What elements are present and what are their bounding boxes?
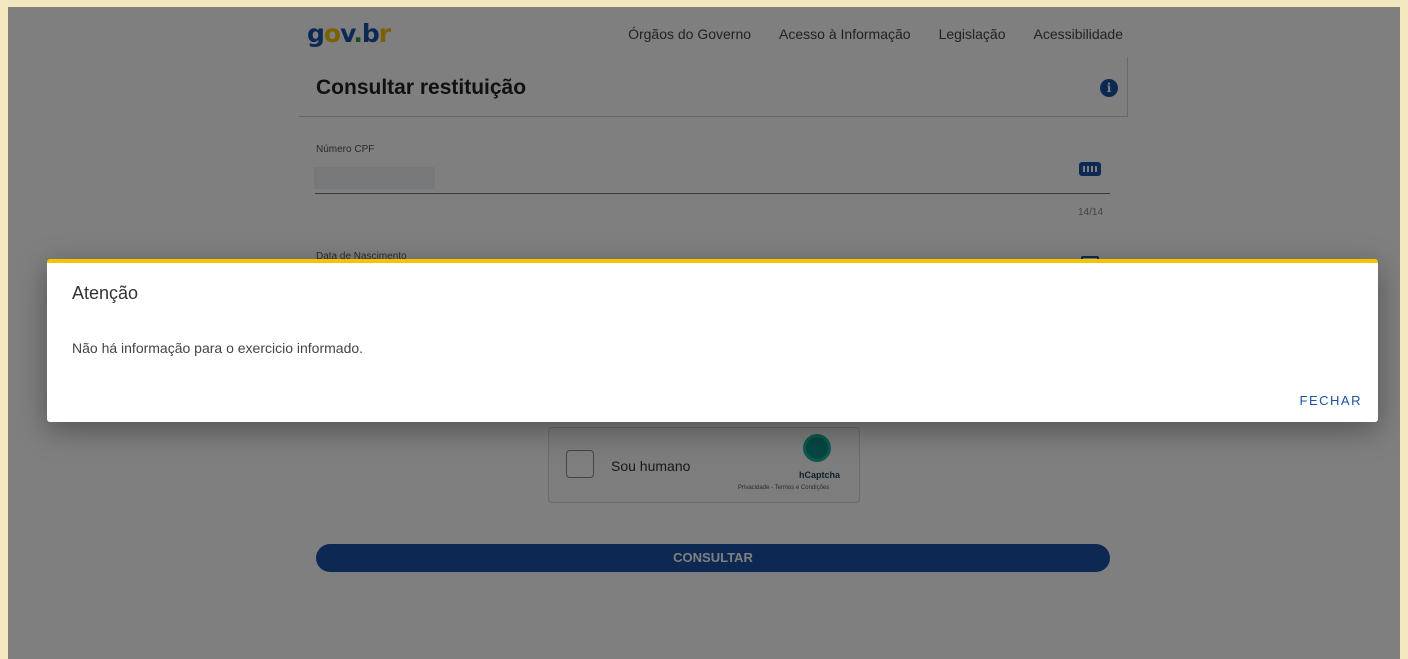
screen: gov.br Órgãos do Governo Acesso à Inform…: [8, 7, 1400, 659]
fechar-button[interactable]: FECHAR: [1300, 393, 1362, 408]
dialog-message: Não há informação para o exercicio infor…: [72, 340, 364, 356]
dialog-title: Atenção: [72, 283, 139, 303]
alert-dialog: Atenção Não há informação para o exercic…: [47, 259, 1378, 422]
